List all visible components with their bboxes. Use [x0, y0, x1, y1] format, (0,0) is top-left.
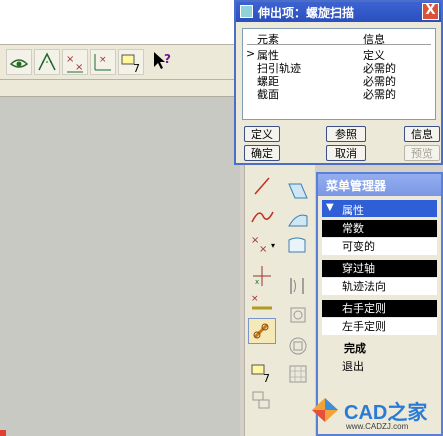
menu-item-thru-axis[interactable]: 穿过轴: [322, 260, 437, 277]
svg-text:▾: ▾: [271, 241, 275, 250]
surface-icon[interactable]: [285, 208, 311, 232]
graphics-area[interactable]: [0, 97, 240, 436]
menu-manager-title-bar: 菜单管理器: [318, 174, 441, 196]
axis-display-icon[interactable]: [34, 49, 60, 75]
boundary-icon[interactable]: [285, 234, 311, 258]
csys-display-icon[interactable]: ×: [90, 49, 116, 75]
svg-text:7: 7: [133, 62, 140, 74]
element-list[interactable]: 元素 信息 > 属性 定义 扫引轨迹 必需的 螺距 必需的 截面 必需的: [242, 28, 436, 120]
watermark-text: CAD之家: [344, 402, 428, 424]
svg-text:?: ?: [164, 52, 171, 66]
grid-pattern-icon[interactable]: [285, 362, 311, 386]
preview-button: 预览: [404, 145, 440, 161]
menu-item-left-handed[interactable]: 左手定则: [322, 318, 437, 335]
menu-item-variable[interactable]: 可变的: [322, 238, 437, 255]
dialog-title-bar[interactable]: 伸出项：螺旋扫描 X: [236, 2, 441, 22]
feature-toolbar: × × ▾ x × 7: [244, 148, 315, 436]
feature-dialog: 伸出项：螺旋扫描 X 元素 信息 > 属性 定义 扫引轨迹 必需的 螺距 必需的…: [234, 0, 443, 165]
menu-item-normal-to-traj[interactable]: 轨迹法向: [322, 278, 437, 295]
svg-text:×: ×: [259, 244, 267, 255]
toolbar: × × × 7 ?: [0, 44, 236, 80]
chain-tool-icon[interactable]: [248, 318, 276, 344]
datum-point-icon[interactable]: × × ▾: [249, 232, 275, 256]
svg-text:×: ×: [251, 294, 259, 304]
svg-text:×: ×: [66, 54, 74, 65]
menu-section-header[interactable]: ▼ 属性: [322, 200, 437, 217]
exit-button[interactable]: 退出: [322, 358, 437, 375]
done-button[interactable]: 完成: [322, 340, 437, 357]
current-row-pointer-icon: >: [246, 47, 256, 60]
menu-item-right-handed[interactable]: 右手定则: [322, 300, 437, 317]
svg-text:×: ×: [99, 55, 107, 65]
context-help-icon[interactable]: ?: [150, 49, 174, 73]
ok-button[interactable]: 确定: [244, 145, 280, 161]
svg-text:×: ×: [75, 62, 83, 73]
dialog-app-icon: [240, 5, 253, 18]
watermark: CAD之家 www.CADZJ.com: [310, 394, 443, 436]
menu-manager-title: 菜单管理器: [326, 179, 387, 193]
header-divider: [247, 44, 431, 45]
datum-curve-icon[interactable]: ×: [249, 290, 275, 314]
watermark-url: www.CADZJ.com: [346, 422, 409, 431]
dialog-title: 伸出项：螺旋扫描: [258, 6, 355, 20]
sketch-curve-icon[interactable]: [249, 204, 275, 228]
datum-csys-icon[interactable]: x: [249, 264, 275, 288]
corner-marker-icon: [0, 430, 6, 436]
sketch-line-icon[interactable]: [249, 174, 275, 198]
blend-icon[interactable]: [285, 180, 311, 204]
cancel-button[interactable]: 取消: [326, 145, 366, 161]
annotation-note-icon[interactable]: 7: [249, 360, 275, 385]
list-item-element[interactable]: 截面: [257, 86, 279, 102]
info-button[interactable]: 信息: [404, 126, 440, 142]
close-button[interactable]: X: [422, 3, 439, 20]
mirror-icon[interactable]: [285, 274, 311, 298]
menu-section-label: 属性: [342, 204, 364, 217]
svg-text:7: 7: [263, 372, 270, 384]
point-display-icon[interactable]: × ×: [62, 49, 88, 75]
svg-text:x: x: [255, 278, 259, 286]
reference-button[interactable]: 参照: [326, 126, 366, 142]
thicken-icon[interactable]: [285, 334, 311, 358]
cad-logo-icon: [312, 398, 338, 422]
collapse-triangle-icon: ▼: [326, 202, 334, 213]
analysis-icon[interactable]: [249, 388, 275, 412]
offset-icon[interactable]: [285, 302, 311, 326]
define-button[interactable]: 定义: [244, 126, 280, 142]
menu-item-constant[interactable]: 常数: [322, 220, 437, 237]
list-item-info: 必需的: [363, 88, 396, 101]
annotation-display-icon[interactable]: 7: [118, 49, 144, 75]
menu-strip: [0, 80, 236, 97]
eye-view-icon[interactable]: [6, 49, 32, 75]
